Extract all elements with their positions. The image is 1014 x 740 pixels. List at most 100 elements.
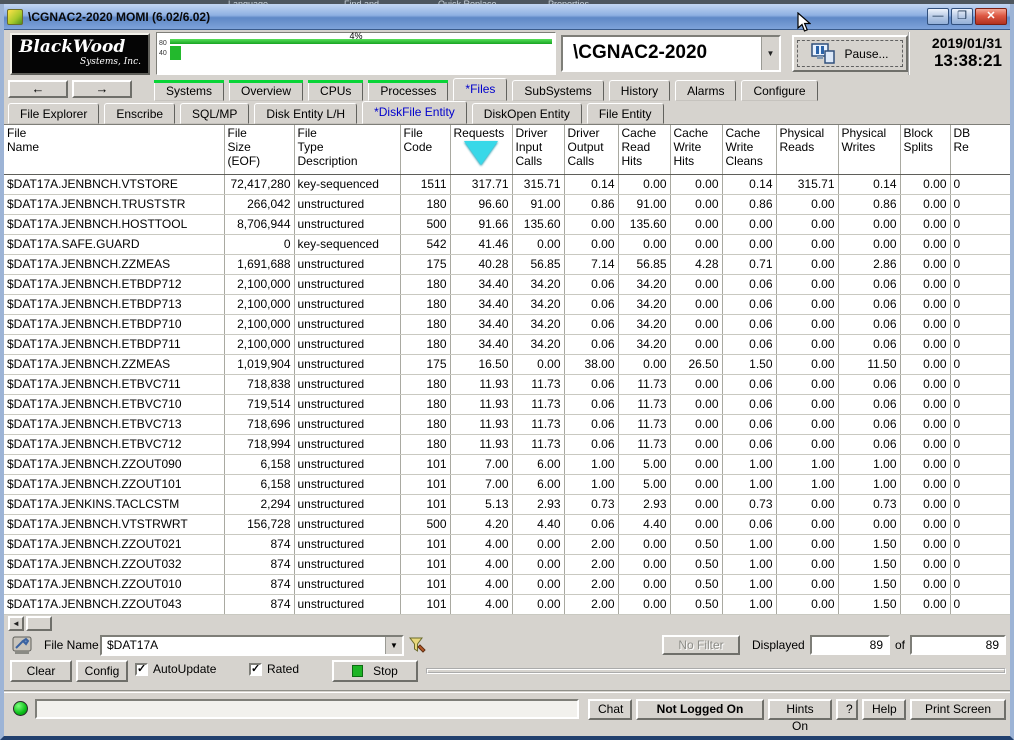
tab-cpus[interactable]: CPUs [308,80,363,101]
table-row[interactable]: $DAT17A.JENBNCH.ETBVC711718,838unstructu… [4,374,1010,394]
table-row[interactable]: $DAT17A.JENKINS.TACLCSTM2,294unstructure… [4,494,1010,514]
checkbox-check[interactable]: ✓ [135,663,148,676]
nav-left-arrow-button[interactable]: ← [8,80,68,98]
filter-edit-icon[interactable] [408,635,428,655]
hscroll-left-arrow[interactable]: ◄ [8,616,24,631]
file-name-combo[interactable]: $DAT17A ▼ [100,635,404,656]
table-row[interactable]: $DAT17A.JENBNCH.ETBDP7112,100,000unstruc… [4,334,1010,354]
table-row[interactable]: $DAT17A.JENBNCH.ETBVC712718,994unstructu… [4,434,1010,454]
print-screen-button[interactable]: Print Screen [910,699,1006,720]
chat-button[interactable]: Chat [588,699,632,720]
tab-files[interactable]: *Files [453,78,507,101]
column-header-block-splits[interactable]: BlockSplits [900,125,950,174]
column-header-cache-write-cleans[interactable]: CacheWriteCleans [722,125,776,174]
table-row[interactable]: $DAT17A.JENBNCH.VTSTORE72,417,280key-seq… [4,174,1010,194]
titlebar[interactable]: \CGNAC2-2020 MOMI (6.02/6.02) — ❐ ✕ [4,4,1010,30]
clear-button[interactable]: Clear [10,660,72,682]
table-row[interactable]: $DAT17A.JENBNCH.VTSTRWRT156,728unstructu… [4,514,1010,534]
subtab-enscribe[interactable]: Enscribe [104,103,175,124]
config-button[interactable]: Config [76,660,128,682]
hints-on-button[interactable]: Hints On [768,699,832,720]
minimize-button[interactable]: — [927,8,949,25]
column-header-physical-reads[interactable]: PhysicalReads [776,125,838,174]
subtab-file-entity[interactable]: File Entity [587,103,664,124]
column-header-db-re[interactable]: DBRe [950,125,1010,174]
table-row[interactable]: $DAT17A.JENBNCH.ZZMEAS1,691,688unstructu… [4,254,1010,274]
stop-button[interactable]: Stop [332,660,418,682]
table-row[interactable]: $DAT17A.JENBNCH.ETBDP7122,100,000unstruc… [4,274,1010,294]
displayed-count: 89 [810,635,890,655]
cell: 0.00 [776,554,838,574]
nav-right-arrow-button[interactable]: → [72,80,132,98]
table-row[interactable]: $DAT17A.JENBNCH.ZZOUT021874unstructured1… [4,534,1010,554]
table-row[interactable]: $DAT17A.JENBNCH.ZZOUT032874unstructured1… [4,554,1010,574]
cell: 1.00 [838,474,900,494]
rated-checkbox[interactable]: ✓ Rated [249,662,299,676]
cell: 0.00 [900,534,950,554]
autoupdate-checkbox[interactable]: ✓ AutoUpdate [135,662,216,676]
total-count: 89 [910,635,1006,655]
tab-history[interactable]: History [609,80,670,101]
cell: 0.14 [722,174,776,194]
system-select-combo[interactable]: \CGNAC2-2020 ▼ [561,35,781,72]
table-row[interactable]: $DAT17A.JENBNCH.ETBDP7132,100,000unstruc… [4,294,1010,314]
chevron-down-icon[interactable]: ▼ [761,37,779,70]
column-header-file-name[interactable]: FileName [4,125,224,174]
close-button[interactable]: ✕ [975,8,1007,25]
subtab-sql-mp[interactable]: SQL/MP [180,103,249,124]
column-header-physical-writes[interactable]: PhysicalWrites [838,125,900,174]
cell: 0.00 [900,254,950,274]
tool-icon[interactable] [10,633,34,657]
table-row[interactable]: $DAT17A.JENBNCH.TRUSTSTR266,042unstructu… [4,194,1010,214]
stop-label: Stop [373,664,398,678]
cell: $DAT17A.JENBNCH.ETBVC713 [4,414,224,434]
cell: $DAT17A.JENBNCH.ZZOUT043 [4,594,224,614]
file-name-value[interactable]: $DAT17A [102,637,385,654]
subtab-file-explorer[interactable]: File Explorer [8,103,99,124]
table-row[interactable]: $DAT17A.JENBNCH.ZZMEAS1,019,904unstructu… [4,354,1010,374]
help-button[interactable]: Help [862,699,906,720]
cell: 4.40 [618,514,670,534]
tab-subsystems[interactable]: SubSystems [512,80,603,101]
table-row[interactable]: $DAT17A.JENBNCH.ZZOUT043874unstructured1… [4,594,1010,614]
column-header-file-type-description[interactable]: FileTypeDescription [294,125,400,174]
pause-button[interactable]: Pause... [792,35,908,72]
question-button[interactable]: ? [836,699,858,720]
cell: 38.00 [564,354,618,374]
table-row[interactable]: $DAT17A.JENBNCH.ETBVC710719,514unstructu… [4,394,1010,414]
cell: 34.20 [512,334,564,354]
table-row[interactable]: $DAT17A.SAFE.GUARD0key-sequenced54241.46… [4,234,1010,254]
table-row[interactable]: $DAT17A.JENBNCH.ETBVC713718,696unstructu… [4,414,1010,434]
table-row[interactable]: $DAT17A.JENBNCH.ETBDP7102,100,000unstruc… [4,314,1010,334]
column-header-requests[interactable]: Requests [450,125,512,174]
tab-configure[interactable]: Configure [741,80,817,101]
cell: 5.00 [618,474,670,494]
hscroll-thumb[interactable] [26,616,52,631]
column-header-driver-output-calls[interactable]: DriverOutputCalls [564,125,618,174]
column-header-cache-read-hits[interactable]: CacheReadHits [618,125,670,174]
subtab-diskfile-entity[interactable]: *DiskFile Entity [362,101,467,124]
table-row[interactable]: $DAT17A.JENBNCH.HOSTTOOL8,706,944unstruc… [4,214,1010,234]
not-logged-on-button[interactable]: Not Logged On [636,699,764,720]
subtab-disk-entity-l-h[interactable]: Disk Entity L/H [254,103,357,124]
cell: 34.40 [450,334,512,354]
tab-alarms[interactable]: Alarms [675,80,736,101]
checkbox-check[interactable]: ✓ [249,663,262,676]
table-row[interactable]: $DAT17A.JENBNCH.ZZOUT0906,158unstructure… [4,454,1010,474]
column-header-driver-input-calls[interactable]: DriverInputCalls [512,125,564,174]
subtab-diskopen-entity[interactable]: DiskOpen Entity [472,103,582,124]
tab-overview[interactable]: Overview [229,80,303,101]
tab-systems[interactable]: Systems [154,80,224,101]
filter-row: File Name $DAT17A ▼ No Filter Displayed … [4,632,1010,658]
tab-processes[interactable]: Processes [368,80,448,101]
chevron-down-icon[interactable]: ▼ [385,637,402,654]
column-header-cache-write-hits[interactable]: CacheWriteHits [670,125,722,174]
maximize-button[interactable]: ❐ [951,8,973,25]
cpu-busy-meter[interactable]: 80 40 4% [156,32,556,75]
column-header-file-size-(eof)[interactable]: FileSize(EOF) [224,125,294,174]
table-row[interactable]: $DAT17A.JENBNCH.ZZOUT010874unstructured1… [4,574,1010,594]
cell: 500 [400,214,450,234]
table-row[interactable]: $DAT17A.JENBNCH.ZZOUT1016,158unstructure… [4,474,1010,494]
cell: 6.00 [512,454,564,474]
column-header-file-code[interactable]: FileCode [400,125,450,174]
